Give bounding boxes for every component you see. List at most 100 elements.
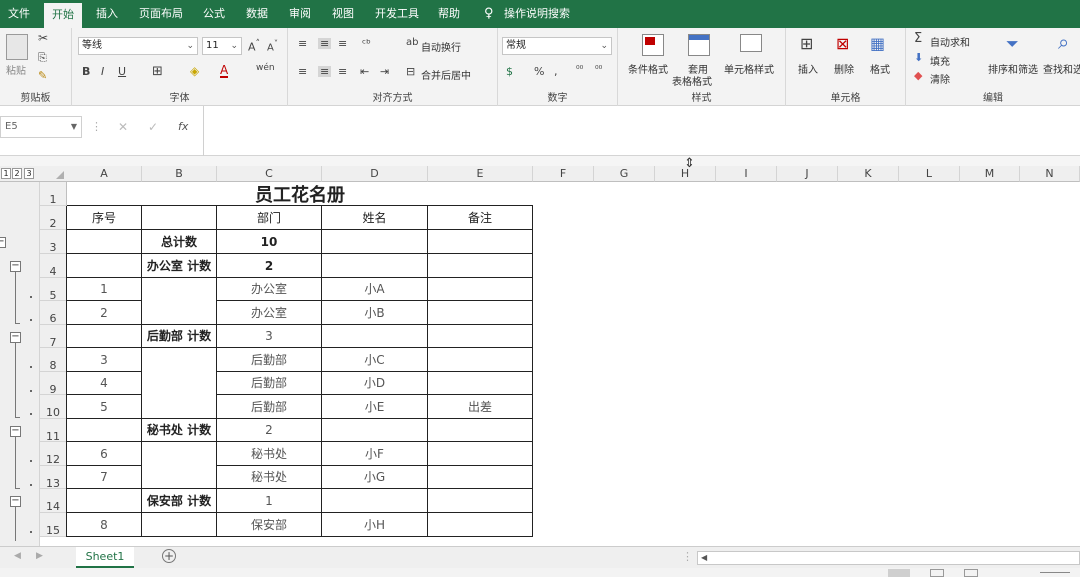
column-header[interactable]: J	[777, 166, 838, 182]
paste-icon[interactable]	[6, 34, 28, 60]
row-header[interactable]: 4	[40, 254, 67, 278]
column-header[interactable]: M	[960, 166, 1020, 182]
underline-icon[interactable]: U	[118, 66, 126, 77]
name-cell[interactable]: 小G	[322, 466, 428, 489]
row-header[interactable]: 12	[40, 442, 67, 466]
seq-cell[interactable]: 7	[67, 466, 142, 489]
cell-styles-icon[interactable]	[740, 34, 762, 52]
insert-cells-button[interactable]: 插入	[798, 61, 818, 76]
column-header[interactable]: A	[67, 166, 142, 182]
percent-icon[interactable]: %	[534, 66, 544, 77]
scroll-left-icon[interactable]: ◀	[701, 553, 707, 562]
page-break-view-icon[interactable]	[964, 569, 978, 577]
merged-cell[interactable]	[142, 348, 217, 419]
name-cell[interactable]: 小F	[322, 442, 428, 466]
group-subtotal-count[interactable]: 3	[217, 325, 322, 348]
row-header[interactable]: 8	[40, 348, 67, 372]
row-header[interactable]: 10	[40, 395, 67, 419]
normal-view-icon[interactable]	[888, 569, 910, 577]
decrease-decimal-icon[interactable]: ⁰⁰	[595, 66, 602, 75]
name-cell[interactable]: 小C	[322, 348, 428, 372]
tab-help[interactable]: 帮助	[438, 0, 460, 28]
dept-cell[interactable]: 后勤部	[217, 395, 322, 419]
note-cell[interactable]	[428, 348, 533, 372]
format-cells-button[interactable]: 格式	[870, 61, 890, 76]
merge-center-button[interactable]: 合并后居中	[421, 67, 471, 82]
tab-formulas[interactable]: 公式	[203, 0, 225, 28]
table-cell[interactable]	[428, 254, 533, 278]
name-cell[interactable]: 小H	[322, 513, 428, 537]
align-top-icon[interactable]: ≡	[298, 38, 307, 49]
dept-cell[interactable]: 办公室	[217, 301, 322, 325]
note-cell[interactable]	[428, 442, 533, 466]
outline-level-button[interactable]: 1	[1, 168, 11, 179]
merged-cell[interactable]	[142, 513, 217, 537]
table-cell[interactable]	[67, 254, 142, 278]
column-header[interactable]: B	[142, 166, 217, 182]
row-header[interactable]: 13	[40, 466, 67, 490]
outline-level-button[interactable]: 3	[24, 168, 34, 179]
dept-cell[interactable]: 秘书处	[217, 466, 322, 489]
tab-insert[interactable]: 插入	[96, 0, 118, 28]
collapse-group-icon[interactable]: −	[10, 261, 21, 272]
table-cell[interactable]	[67, 489, 142, 513]
number-format-select[interactable]: 常规 ⌄	[502, 37, 612, 55]
note-cell[interactable]	[428, 372, 533, 395]
row-header[interactable]: 5	[40, 278, 67, 302]
italic-icon[interactable]: I	[101, 66, 104, 77]
seq-cell[interactable]: 6	[67, 442, 142, 466]
select-all-icon[interactable]	[56, 171, 64, 179]
page-layout-view-icon[interactable]	[930, 569, 944, 577]
column-header[interactable]: K	[838, 166, 899, 182]
table-cell[interactable]	[428, 489, 533, 513]
table-cell[interactable]	[322, 325, 428, 348]
wrap-text-icon[interactable]: ab	[406, 38, 418, 48]
border-icon[interactable]: ⊞	[152, 65, 163, 78]
wrap-text-button[interactable]: 自动换行	[421, 39, 461, 54]
format-table-icon[interactable]	[688, 34, 710, 56]
note-cell[interactable]	[428, 466, 533, 489]
row-header[interactable]: 3	[40, 230, 67, 254]
merged-cell[interactable]	[142, 278, 217, 325]
collapse-group-icon[interactable]: −	[10, 496, 21, 507]
insert-function-icon[interactable]: fx	[178, 120, 188, 133]
name-cell[interactable]: 小D	[322, 372, 428, 395]
seq-cell[interactable]: 4	[67, 372, 142, 395]
font-color-icon[interactable]: A	[220, 64, 229, 78]
row-header[interactable]: 6	[40, 301, 67, 325]
dept-cell[interactable]: 保安部	[217, 513, 322, 537]
column-header[interactable]: E	[428, 166, 533, 182]
tab-file[interactable]: 文件	[8, 0, 30, 28]
tab-data[interactable]: 数据	[246, 0, 268, 28]
row-header[interactable]: 7	[40, 325, 67, 349]
group-subtotal-label[interactable]: 办公室 计数	[142, 254, 217, 278]
phonetic-icon[interactable]: wén	[256, 64, 275, 73]
bold-icon[interactable]: B	[82, 66, 90, 77]
sort-filter-button[interactable]: 排序和筛选	[988, 61, 1038, 76]
collapse-group-icon[interactable]: −	[10, 425, 21, 437]
group-subtotal-count[interactable]: 1	[217, 489, 322, 513]
dept-cell[interactable]: 后勤部	[217, 372, 322, 395]
formula-input[interactable]	[203, 106, 1080, 156]
note-cell[interactable]: 出差	[428, 395, 533, 419]
copy-icon[interactable]: ⎘	[38, 52, 47, 63]
group-subtotal-count[interactable]: 2	[217, 419, 322, 442]
tab-page-layout[interactable]: 页面布局	[139, 0, 183, 28]
table-cell[interactable]	[322, 254, 428, 278]
table-header[interactable]	[142, 206, 217, 230]
row-header[interactable]: 9	[40, 372, 67, 396]
seq-cell[interactable]: 5	[67, 395, 142, 419]
table-cell[interactable]	[67, 419, 142, 442]
format-painter-icon[interactable]: ✎	[38, 70, 47, 81]
table-cell[interactable]	[322, 230, 428, 254]
merge-center-icon[interactable]: ⊟	[406, 66, 415, 77]
seq-cell[interactable]: 8	[67, 513, 142, 537]
decrease-indent-icon[interactable]: ⇤	[360, 66, 369, 77]
fill-color-icon[interactable]: ◈	[190, 65, 199, 77]
note-cell[interactable]	[428, 301, 533, 325]
table-cell[interactable]	[428, 325, 533, 348]
fill-button[interactable]: 填充	[930, 53, 950, 68]
paste-button[interactable]: 粘贴	[6, 62, 26, 77]
zoom-slider[interactable]	[1040, 572, 1070, 573]
conditional-format-icon[interactable]	[642, 34, 664, 56]
